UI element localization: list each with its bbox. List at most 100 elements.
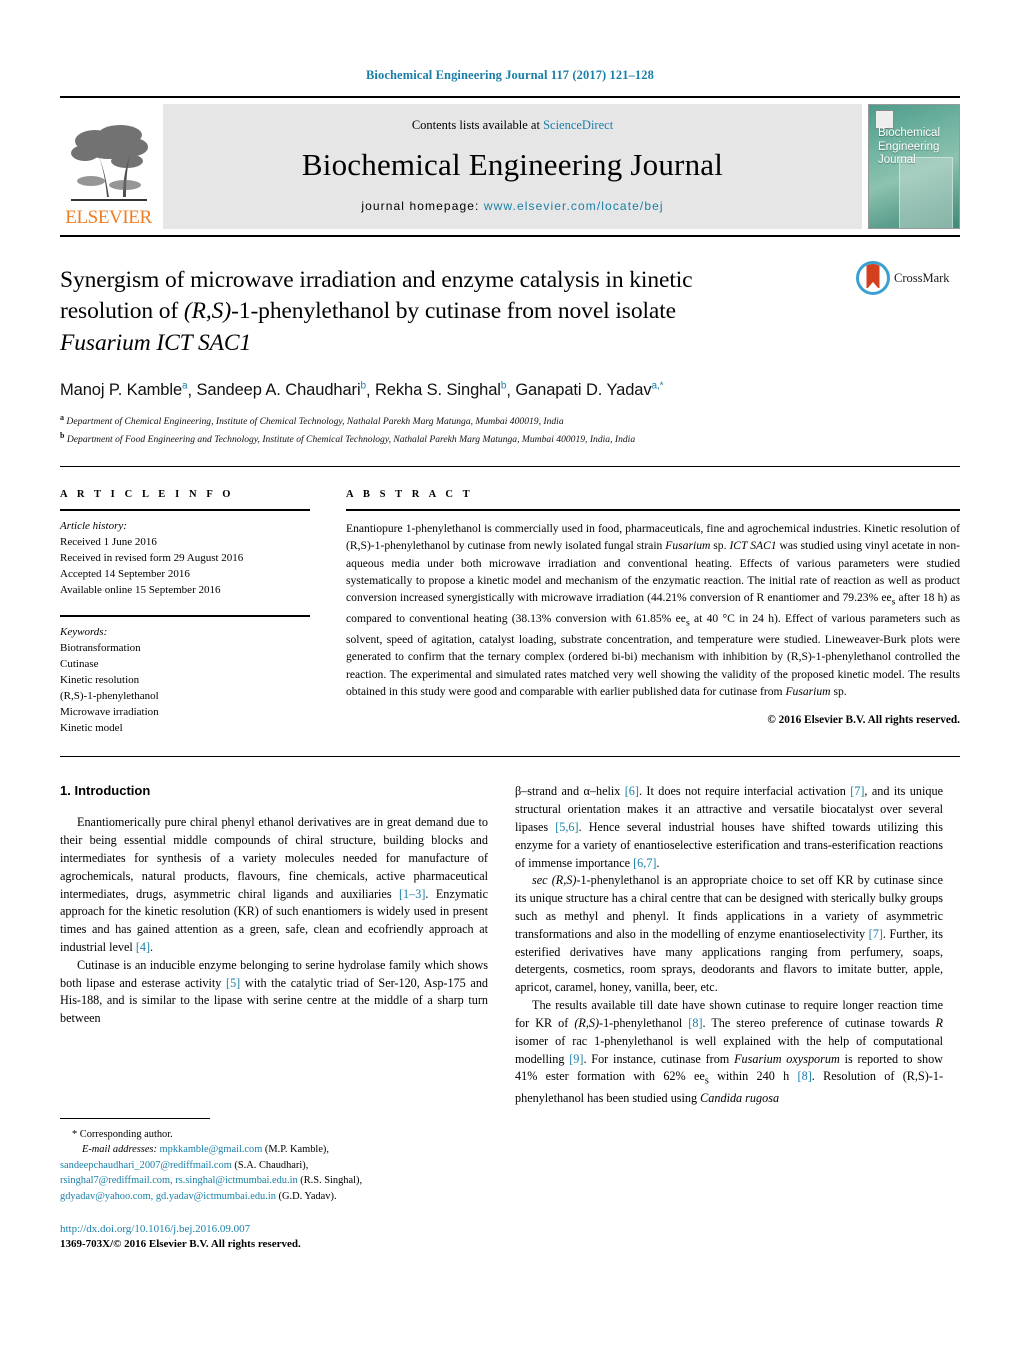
footnote-rule (60, 1118, 210, 1119)
journal-cover-thumbnail: Biochemical Engineering Journal (868, 104, 960, 229)
homepage-prefix: journal homepage: (361, 199, 484, 213)
citation-8[interactable]: [8] (688, 1016, 702, 1030)
email-link-chaudhari[interactable]: sandeepchaudhari_2007@rediffmail.com (60, 1160, 232, 1171)
citation-6-7[interactable]: [6,7] (633, 856, 656, 870)
citation-1-3[interactable]: [1–3] (399, 887, 425, 901)
citation-5-6[interactable]: [5,6] (555, 820, 578, 834)
article-history-item: Received 1 June 2016 (60, 535, 157, 548)
p3-seg-e: . (656, 855, 660, 870)
author-1-affil-marker: a (182, 380, 188, 392)
title-block: Synergism of microwave irradiation and e… (60, 237, 960, 359)
p3-seg-d: . Hence several industrial houses have s… (515, 819, 943, 870)
intro-paragraph-1: Enantiomerically pure chiral phenyl etha… (60, 814, 488, 957)
intro-paragraph-2: Cutinase is an inducible enzyme belongin… (60, 957, 488, 1028)
crossmark-logo-icon (856, 261, 890, 295)
email-addresses-label: E-mail addresses: (82, 1144, 157, 1156)
abstract-italic-3: Fusarium (785, 685, 831, 699)
p4-seg-sec: sec (532, 873, 552, 888)
citation-5[interactable]: [5] (226, 976, 240, 990)
affiliation-b-marker: b (60, 431, 65, 441)
email-link-kamble[interactable]: mpkkamble@gmail.com (160, 1144, 263, 1155)
elsevier-wordmark: ELSEVIER (65, 207, 152, 228)
affiliation-a-text: Department of Chemical Engineering, Inst… (66, 416, 564, 428)
p5-italic-rs: (R,S) (574, 1015, 600, 1030)
citation-8-b[interactable]: [8] (798, 1069, 812, 1083)
abstract-column: A B S T R A C T Enantiopure 1-phenyletha… (346, 489, 960, 737)
title-line-1: Synergism of microwave irradiation and e… (60, 267, 693, 293)
citation-7-b[interactable]: [7] (869, 927, 883, 941)
abstract-text: Enantiopure 1-phenylethanol is commercia… (346, 511, 960, 701)
abstract-heading: A B S T R A C T (346, 488, 474, 500)
contents-list-line: Contents lists available at ScienceDirec… (412, 118, 613, 133)
p5-italic-r: R (935, 1015, 943, 1030)
title-line-2-italic: (R,S) (183, 298, 232, 325)
journal-title: Biochemical Engineering Journal (301, 147, 724, 182)
author-1: Manoj P. Kamblea (60, 380, 188, 400)
keyword-item: Kinetic resolution (60, 674, 140, 687)
section-heading-introduction: 1. Introduction (60, 783, 151, 799)
affiliation-b: b Department of Food Engineering and Tec… (60, 430, 960, 448)
email-link-yadav[interactable]: gdyadav@yahoo.com, gd.yadav@ictmumbai.ed… (60, 1191, 276, 1202)
doi-link[interactable]: http://dx.doi.org/10.1016/j.bej.2016.09.… (60, 1222, 488, 1237)
crossmark-badge[interactable]: CrossMark (856, 261, 960, 295)
corresponding-author-note: * Corresponding author. (72, 1129, 173, 1140)
abstract-seg-b: sp. (710, 539, 730, 553)
keyword-item: Biotransformation (60, 642, 141, 655)
intro-paragraph-4: sec (R,S)-1-phenylethanol is an appropri… (515, 872, 943, 997)
author-2: Sandeep A. Chaudharib (196, 380, 367, 400)
keywords-block: Keywords: Biotransformation Cutinase Kin… (60, 617, 310, 736)
citation-6[interactable]: [6] (625, 784, 639, 798)
citation-9[interactable]: [9] (569, 1052, 583, 1066)
author-3-affil-marker: b (500, 380, 507, 392)
article-history-block: Article history: Received 1 June 2016 Re… (60, 511, 310, 598)
affiliation-b-text: Department of Food Engineering and Techn… (66, 434, 636, 446)
homepage-url-link[interactable]: www.elsevier.com/locate/bej (484, 199, 664, 213)
abstract-seg-f: sp. (830, 685, 847, 699)
keyword-item: Cutinase (60, 658, 99, 671)
author-2-affil-marker: b (360, 380, 367, 392)
cover-title-text: Biochemical Engineering Journal (878, 127, 940, 168)
author-3-name: Rekha S. Singhal (374, 381, 501, 400)
body-columns: 1. Introduction Enantiomerically pure ch… (60, 757, 960, 1107)
author-4: Ganapati D. Yadava,* (515, 380, 664, 400)
abstract-italic-2: ICT SAC1 (729, 539, 777, 553)
p5-seg-e: . For instance, cutinase from (583, 1051, 735, 1066)
footnote-block: * Corresponding author. E-mail addresses… (60, 1118, 488, 1253)
journal-masthead: ELSEVIER Contents lists available at Sci… (60, 96, 960, 229)
intro-paragraph-3: β–strand and α–helix [6]. It does not re… (515, 783, 943, 872)
article-history-item: Available online 15 September 2016 (60, 583, 221, 596)
contents-prefix: Contents lists available at (411, 118, 544, 132)
article-history-item: Accepted 14 September 2016 (60, 567, 190, 580)
abstract-copyright: © 2016 Elsevier B.V. All rights reserved… (767, 713, 960, 726)
author-4-affil-marker: a,* (651, 380, 664, 392)
intro-paragraph-5: The results available till date have sho… (515, 997, 943, 1107)
sciencedirect-link[interactable]: ScienceDirect (543, 118, 613, 132)
cover-title-line-2: Engineering (878, 140, 940, 153)
affiliation-a-marker: a (60, 413, 64, 423)
elsevier-logo: ELSEVIER (60, 104, 157, 229)
p1-seg-c: . (150, 940, 154, 955)
author-2-name: Sandeep A. Chaudhari (196, 381, 361, 400)
author-list: Manoj P. Kamblea, Sandeep A. Chaudharib,… (60, 380, 664, 400)
citation-4[interactable]: [4] (136, 940, 150, 954)
email-owner-chaudhari: (S.A. Chaudhari), (231, 1159, 309, 1171)
citation-7[interactable]: [7] (850, 784, 864, 798)
crossmark-label: CrossMark (894, 270, 950, 285)
email-link-singhal[interactable]: rsinghal7@rediffmail.com, rs.singhal@ict… (60, 1175, 298, 1186)
journal-homepage-line: journal homepage: www.elsevier.com/locat… (361, 199, 663, 213)
title-line-3-italic: Fusarium ICT SAC1 (60, 329, 252, 356)
email-owner-kamble: (M.P. Kamble), (262, 1144, 329, 1156)
p5-seg-b: -1-phenylethanol (599, 1015, 689, 1030)
abstract-italic-1: Fusarium (665, 539, 711, 553)
cover-title-line-3: Journal (878, 154, 916, 167)
p3-seg-a: β–strand and α–helix (515, 784, 625, 799)
email-line-2: sandeepchaudhari_2007@rediffmail.com (S.… (60, 1158, 488, 1173)
body-right-column: β–strand and α–helix [6]. It does not re… (515, 783, 943, 1107)
crossmark-bookmark-notch (867, 282, 879, 289)
running-head: Biochemical Engineering Journal 117 (201… (366, 68, 654, 82)
body-left-column: 1. Introduction Enantiomerically pure ch… (60, 783, 488, 1107)
article-history-label: Article history: (60, 519, 127, 532)
doi-block: http://dx.doi.org/10.1016/j.bej.2016.09.… (60, 1222, 488, 1253)
author-4-name: Ganapati D. Yadav (515, 381, 652, 400)
email-line-1: E-mail addresses: mpkkamble@gmail.com (M… (60, 1142, 488, 1157)
